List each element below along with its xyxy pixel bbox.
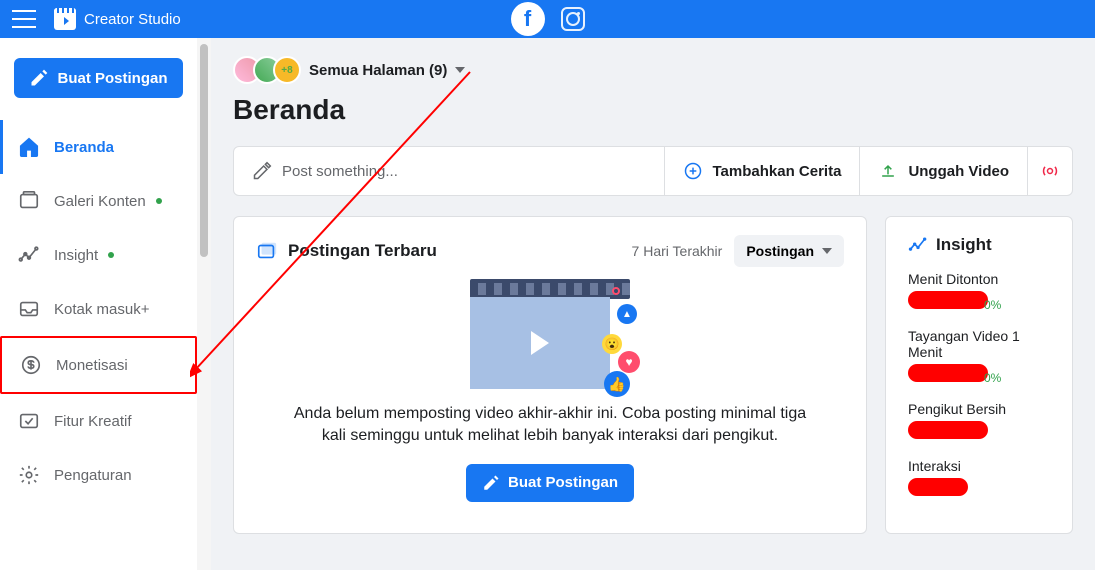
add-story-label: Tambahkan Cerita: [713, 163, 842, 180]
insight-title: Insight: [908, 235, 1050, 255]
scrollbar[interactable]: [197, 38, 211, 570]
dropdown-label: Postingan: [746, 243, 814, 259]
post-type-dropdown[interactable]: Postingan: [734, 235, 844, 267]
metric-label: Tayangan Video 1 Menit: [908, 328, 1050, 360]
sidebar-item-label: Kotak masuk+: [54, 301, 149, 318]
redacted-value: [908, 478, 968, 496]
redacted-value: [908, 421, 988, 439]
facebook-tab[interactable]: f: [511, 2, 545, 36]
recent-posts-card: Postingan Terbaru 7 Hari Terakhir Postin…: [233, 216, 867, 534]
golive-icon: [1040, 161, 1060, 181]
recent-posts-title: Postingan Terbaru: [256, 240, 437, 262]
metric-label: Interaksi: [908, 458, 1050, 474]
platform-switcher: f: [511, 2, 585, 36]
sidebar-item-monetisasi[interactable]: Monetisasi: [0, 336, 197, 394]
metric-pct: 0%: [984, 298, 1001, 312]
post-something-label: Post something...: [282, 163, 398, 180]
empty-state-text: Anda belum memposting video akhir-akhir …: [290, 403, 810, 448]
upload-icon: [878, 161, 898, 181]
posts-icon: [256, 240, 278, 262]
upload-video-button[interactable]: Unggah Video: [859, 147, 1027, 195]
post-something-button[interactable]: Post something...: [234, 147, 664, 195]
notification-dot-icon: [156, 198, 162, 204]
creative-icon: [18, 410, 40, 432]
upload-video-label: Unggah Video: [908, 163, 1009, 180]
sidebar-item-beranda[interactable]: Beranda: [0, 120, 197, 174]
instagram-tab[interactable]: [561, 7, 585, 31]
empty-state: ▲ 😮 ♥ 👍 Anda belum memposting video akhi…: [256, 279, 844, 502]
sidebar-item-label: Fitur Kreatif: [54, 413, 132, 430]
sidebar-item-galeri-konten[interactable]: Galeri Konten: [0, 174, 197, 228]
metric-label: Pengikut Bersih: [908, 401, 1050, 417]
sidebar-item-insight[interactable]: Insight: [0, 228, 197, 282]
sidebar: Buat Postingan Beranda Galeri Konten Ins…: [0, 38, 197, 570]
notification-dot-icon: [108, 252, 114, 258]
compose-button[interactable]: Buat Postingan: [14, 58, 183, 98]
sidebar-item-label: Beranda: [54, 139, 114, 156]
page-selector[interactable]: +8 Semua Halaman (9): [233, 56, 1073, 84]
brand[interactable]: Creator Studio: [54, 8, 181, 30]
avatar-stack: +8: [233, 56, 301, 84]
video-illustration: ▲ 😮 ♥ 👍: [460, 279, 640, 389]
page-selector-label: Semua Halaman (9): [309, 62, 447, 79]
empty-compose-button[interactable]: Buat Postingan: [466, 464, 634, 502]
top-bar: Creator Studio f: [0, 0, 1095, 38]
sidebar-item-fitur-kreatif[interactable]: Fitur Kreatif: [0, 394, 197, 448]
metric-row[interactable]: Tayangan Video 1 Menit 0%: [908, 328, 1050, 387]
dollar-icon: [20, 354, 42, 376]
gallery-icon: [18, 190, 40, 212]
insight-icon: [18, 244, 40, 266]
compose-icon: [252, 161, 272, 181]
sidebar-item-pengaturan[interactable]: Pengaturan: [0, 448, 197, 502]
sidebar-item-label: Monetisasi: [56, 357, 128, 374]
page-title: Beranda: [233, 94, 1073, 126]
metric-label: Menit Ditonton: [908, 271, 1050, 287]
metric-pct: 0%: [984, 371, 1001, 385]
avatar-more: +8: [273, 56, 301, 84]
compose-icon: [482, 474, 500, 492]
redacted-value: [908, 364, 988, 382]
go-live-button[interactable]: [1027, 147, 1072, 195]
action-bar: Post something... Tambahkan Cerita Ungga…: [233, 146, 1073, 196]
metric-row[interactable]: Interaksi: [908, 458, 1050, 501]
add-story-button[interactable]: Tambahkan Cerita: [664, 147, 860, 195]
facebook-icon: f: [524, 6, 531, 32]
inbox-icon: [18, 298, 40, 320]
sidebar-item-kotak-masuk[interactable]: Kotak masuk+: [0, 282, 197, 336]
date-range-label: 7 Hari Terakhir: [632, 243, 723, 259]
empty-compose-label: Buat Postingan: [508, 474, 618, 491]
insight-icon: [908, 235, 928, 255]
compose-icon: [29, 68, 49, 88]
scroll-thumb[interactable]: [200, 44, 208, 257]
avatar-more-count: +8: [281, 65, 292, 76]
plus-circle-icon: [683, 161, 703, 181]
redacted-value: [908, 291, 988, 309]
home-icon: [18, 136, 40, 158]
compose-label: Buat Postingan: [57, 70, 167, 87]
sidebar-item-label: Pengaturan: [54, 467, 132, 484]
chevron-down-icon: [455, 67, 465, 73]
insight-card: Insight Menit Ditonton 0% Tayangan Video…: [885, 216, 1073, 534]
main-content: +8 Semua Halaman (9) Beranda Post someth…: [211, 38, 1095, 570]
sidebar-item-label: Insight: [54, 247, 98, 264]
metric-row[interactable]: Menit Ditonton 0%: [908, 271, 1050, 314]
metric-row[interactable]: Pengikut Bersih: [908, 401, 1050, 444]
gear-icon: [18, 464, 40, 486]
brand-title: Creator Studio: [84, 11, 181, 28]
creator-studio-icon: [54, 8, 76, 30]
menu-toggle-icon[interactable]: [12, 10, 36, 28]
chevron-down-icon: [822, 248, 832, 254]
sidebar-item-label: Galeri Konten: [54, 193, 146, 210]
